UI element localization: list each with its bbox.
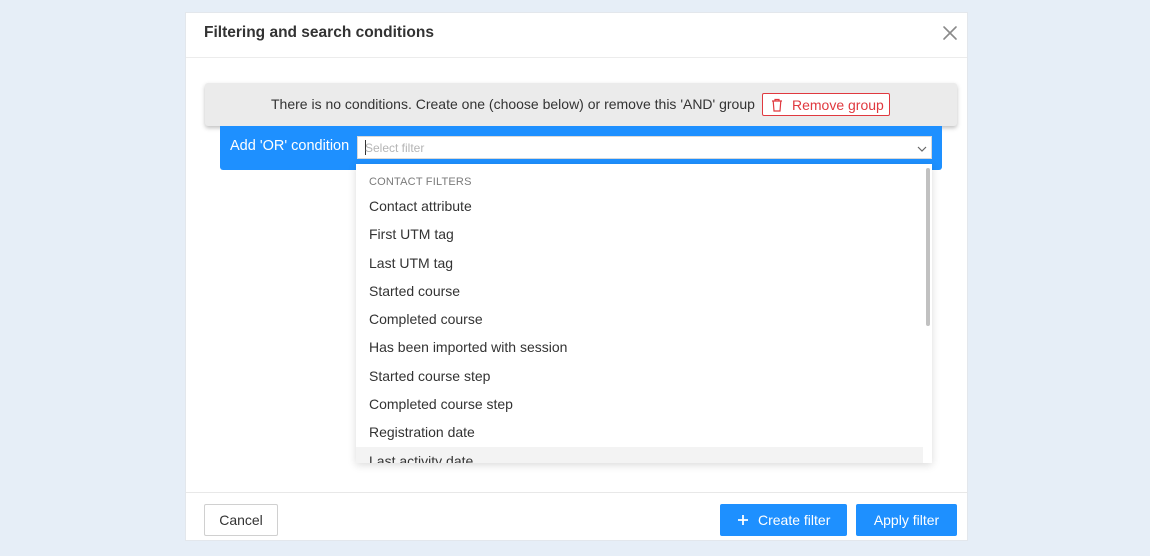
dialog-footer: Cancel Create filter Apply filter (186, 492, 967, 542)
dropdown-item-contact-attribute[interactable]: Contact attribute (356, 192, 923, 220)
remove-group-label: Remove group (792, 97, 884, 113)
dropdown-item-completed-course-step[interactable]: Completed course step (356, 390, 923, 418)
filter-dropdown: CONTACT FILTERS Contact attribute First … (356, 164, 932, 463)
dialog-title: Filtering and search conditions (204, 24, 434, 41)
cancel-button[interactable]: Cancel (204, 504, 278, 536)
dropdown-item-started-course-step[interactable]: Started course step (356, 362, 923, 390)
remove-group-button[interactable]: Remove group (762, 93, 890, 116)
dropdown-item-imported-with-session[interactable]: Has been imported with session (356, 333, 923, 361)
dialog-header: Filtering and search conditions (186, 13, 967, 58)
dropdown-item-last-activity-date[interactable]: Last activity date (356, 446, 923, 463)
empty-group-message: There is no conditions. Create one (choo… (271, 96, 755, 112)
dropdown-item-started-course[interactable]: Started course (356, 277, 923, 305)
dropdown-scrollbar[interactable] (923, 164, 932, 463)
dropdown-scroll-thumb[interactable] (926, 168, 930, 326)
create-filter-button[interactable]: Create filter (720, 504, 847, 536)
dropdown-group-title: CONTACT FILTERS (369, 176, 472, 188)
filter-dialog: Filtering and search conditions There is… (185, 12, 968, 541)
and-group-banner: There is no conditions. Create one (choo… (205, 83, 957, 126)
create-filter-label: Create filter (758, 512, 831, 528)
filter-select[interactable]: Select filter (357, 136, 932, 159)
filter-select-placeholder: Select filter (365, 141, 425, 155)
trash-icon (771, 98, 783, 112)
dropdown-list: Contact attribute First UTM tag Last UTM… (356, 192, 923, 463)
close-icon[interactable] (941, 24, 959, 42)
chevron-down-icon[interactable] (916, 142, 928, 154)
dropdown-item-last-utm-tag[interactable]: Last UTM tag (356, 249, 923, 277)
or-condition-label: Add 'OR' condition (230, 138, 350, 154)
dropdown-item-completed-course[interactable]: Completed course (356, 305, 923, 333)
apply-filter-button[interactable]: Apply filter (856, 504, 957, 536)
plus-icon (737, 513, 749, 525)
dropdown-item-first-utm-tag[interactable]: First UTM tag (356, 220, 923, 248)
dropdown-item-registration-date[interactable]: Registration date (356, 418, 923, 446)
